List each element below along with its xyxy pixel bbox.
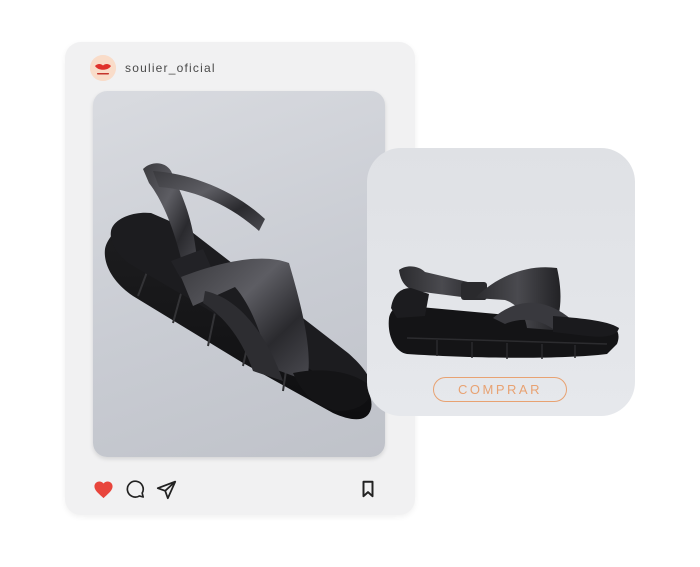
stage: soulier_oficial COMPRAR <box>0 0 700 567</box>
heart-icon <box>93 480 113 498</box>
avatar[interactable] <box>90 55 116 81</box>
sandal-photo-side <box>388 266 619 359</box>
social-post-card: soulier_oficial <box>65 42 415 515</box>
buy-button[interactable]: COMPRAR <box>433 377 567 402</box>
post-header: soulier_oficial <box>90 55 216 81</box>
lips-logo-icon <box>90 55 116 81</box>
username[interactable]: soulier_oficial <box>125 61 216 75</box>
comment-button[interactable] <box>124 478 146 500</box>
comment-bubble-icon <box>126 480 145 498</box>
post-product-photo <box>93 91 385 457</box>
share-button[interactable] <box>155 478 177 500</box>
sandal-photo-angled <box>104 163 372 420</box>
post-actions-bar <box>92 478 378 500</box>
bookmark-icon <box>362 480 374 498</box>
send-arrow-icon <box>156 480 176 499</box>
save-button[interactable] <box>357 478 379 500</box>
product-card: COMPRAR <box>367 148 635 416</box>
like-button[interactable] <box>92 478 114 500</box>
